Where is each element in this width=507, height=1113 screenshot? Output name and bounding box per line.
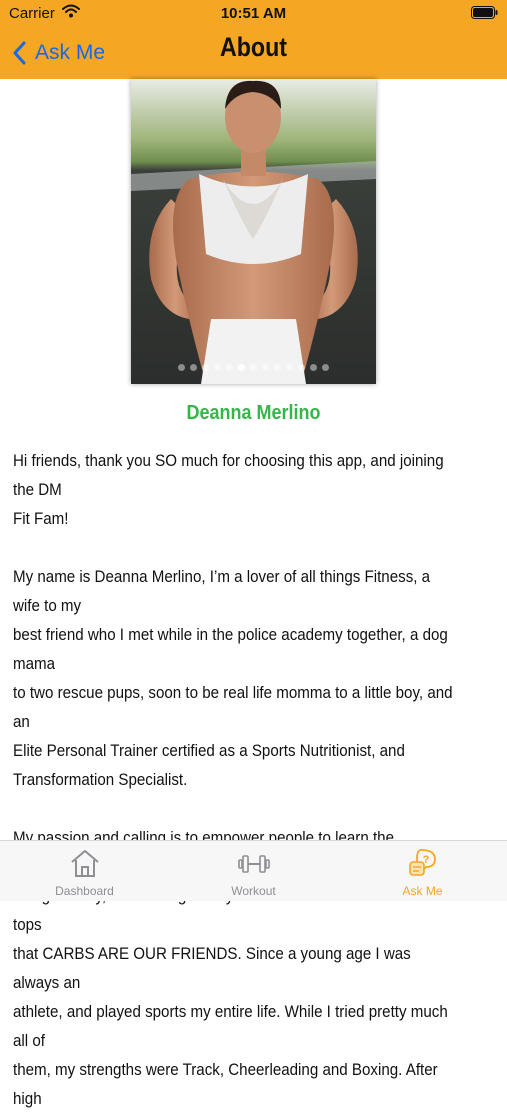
page-dot[interactable] <box>310 364 317 371</box>
bio-text: Hi friends, thank you SO much for choosi… <box>13 451 453 1108</box>
tab-workout-label: Workout <box>231 884 276 898</box>
page-dot[interactable] <box>238 364 245 371</box>
page-dot[interactable] <box>226 364 233 371</box>
chevron-left-icon <box>13 41 26 65</box>
page-dot[interactable] <box>298 364 305 371</box>
status-bar: Carrier 10:51 AM <box>0 0 507 28</box>
dumbbell-icon <box>238 855 270 873</box>
page-dot[interactable] <box>178 364 185 371</box>
clock-time: 10:51 AM <box>220 5 287 22</box>
page-dot[interactable] <box>322 364 329 371</box>
page-dot[interactable] <box>274 364 281 371</box>
navigation-bar: Ask Me About <box>0 30 507 76</box>
house-icon <box>71 850 99 877</box>
page-dot[interactable] <box>262 364 269 371</box>
page-dot[interactable] <box>214 364 221 371</box>
tab-ask-me-label: Ask Me <box>402 884 443 898</box>
header: Carrier 10:51 AM Ask Me About <box>0 0 507 79</box>
trainer-name: Deanna Merlino <box>186 402 321 424</box>
page-dot[interactable] <box>202 364 209 371</box>
photo-carousel[interactable] <box>131 79 376 384</box>
page-dot[interactable] <box>286 364 293 371</box>
question-bubble-icon: ? <box>409 849 436 876</box>
tab-dashboard[interactable]: Dashboard <box>0 841 169 901</box>
tab-bar: Dashboard Workout ? Ask Me <box>0 840 507 901</box>
battery-icon <box>471 6 498 19</box>
page-dot[interactable] <box>250 364 257 371</box>
tab-dashboard-label: Dashboard <box>55 884 114 898</box>
page-dot[interactable] <box>190 364 197 371</box>
tab-workout[interactable]: Workout <box>169 841 338 901</box>
page-title: About <box>219 32 288 62</box>
tab-ask-me[interactable]: ? Ask Me <box>338 841 507 901</box>
profile-photo <box>131 79 376 384</box>
carousel-page-dots[interactable] <box>131 364 376 371</box>
